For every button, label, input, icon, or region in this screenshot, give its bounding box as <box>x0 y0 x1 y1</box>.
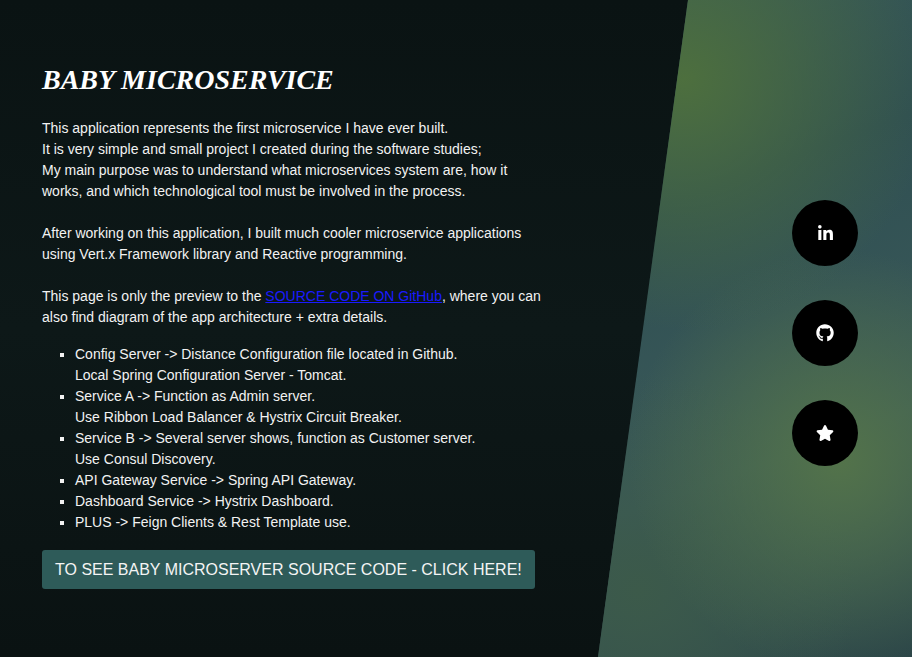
feature-item: Config Server -> Distance Configuration … <box>75 344 542 386</box>
paragraph: After working on this application, I bui… <box>42 223 542 265</box>
page: BABY MICROSERVICE This application repres… <box>0 0 912 657</box>
intro-line: This application represents the first mi… <box>42 118 542 139</box>
feature-item: PLUS -> Feign Clients & Rest Template us… <box>75 512 542 533</box>
feature-line: Dashboard Service -> Hystrix Dashboard. <box>75 491 542 512</box>
intro-paragraph: This application represents the first mi… <box>42 118 542 202</box>
feature-line: Local Spring Configuration Server - Tomc… <box>75 365 542 386</box>
page-title: BABY MICROSERVICE <box>42 62 542 98</box>
github-icon <box>816 324 834 342</box>
feature-line: Use Ribbon Load Balancer & Hystrix Circu… <box>75 407 542 428</box>
linkedin-button[interactable] <box>792 200 858 266</box>
source-code-button[interactable]: TO SEE BABY MICROSERVER SOURCE CODE - CL… <box>42 550 535 589</box>
feature-item: API Gateway Service -> Spring API Gatewa… <box>75 470 542 491</box>
github-button[interactable] <box>792 300 858 366</box>
preview-paragraph: This page is only the preview to the SOU… <box>42 286 542 328</box>
feature-line: Service A -> Function as Admin server. <box>75 386 542 407</box>
linkedin-icon <box>817 225 834 242</box>
feature-line: API Gateway Service -> Spring API Gatewa… <box>75 470 542 491</box>
star-button[interactable] <box>792 400 858 466</box>
feature-list: Config Server -> Distance Configuration … <box>42 344 542 533</box>
intro-line: My main purpose was to understand what m… <box>42 160 542 202</box>
feature-line: Service B -> Several server shows, funct… <box>75 428 542 449</box>
feature-line: Config Server -> Distance Configuration … <box>75 344 542 365</box>
feature-line: Use Consul Discovery. <box>75 449 542 470</box>
source-code-link[interactable]: SOURCE CODE ON GitHub <box>265 288 442 304</box>
social-links <box>792 0 912 657</box>
content-panel: BABY MICROSERVICE This application repres… <box>0 0 542 657</box>
feature-item: Service B -> Several server shows, funct… <box>75 428 542 470</box>
star-icon <box>816 424 834 442</box>
intro-line: It is very simple and small project I cr… <box>42 139 542 160</box>
feature-item: Service A -> Function as Admin server.Us… <box>75 386 542 428</box>
feature-item: Dashboard Service -> Hystrix Dashboard. <box>75 491 542 512</box>
feature-line: PLUS -> Feign Clients & Rest Template us… <box>75 512 542 533</box>
